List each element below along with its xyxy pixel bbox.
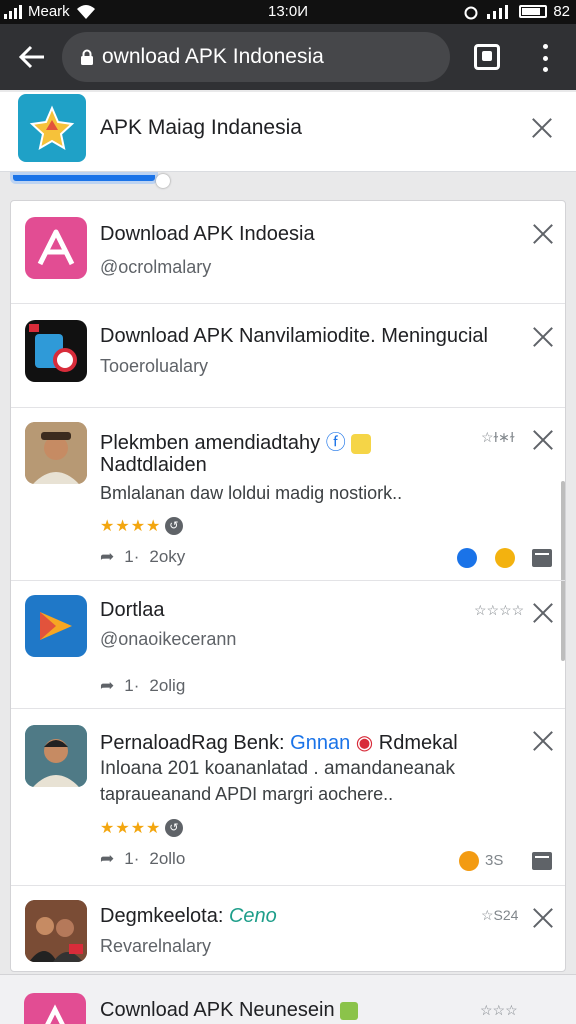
item-title: Dortlaa <box>100 599 165 621</box>
close-icon[interactable] <box>532 223 554 245</box>
action-count: 3S <box>485 852 504 869</box>
scroll-progress <box>10 172 170 190</box>
meta-count: 1· <box>124 849 140 868</box>
list-item[interactable]: Degmkeelota: Ceno Revarelnalary ☆S24 <box>11 886 565 971</box>
reply-icon: ➦ <box>100 849 115 868</box>
rating-text: ☆ɫ∗ɫ <box>481 429 515 445</box>
reply-icon: ➦ <box>100 676 115 695</box>
close-icon[interactable] <box>531 117 553 139</box>
item-title-line2: Nadtdlaiden <box>100 454 207 476</box>
emoji-icon <box>351 433 372 454</box>
item-subtitle: Tooerolualary <box>100 356 209 376</box>
item-title-text: PernaloadRag Benk: <box>100 732 285 754</box>
more-vert-icon[interactable] <box>538 44 552 72</box>
avatar-photo <box>25 422 87 484</box>
back-arrow-icon[interactable] <box>16 41 48 73</box>
group-photo <box>25 900 87 962</box>
stars-text: ★★★★ <box>100 518 162 535</box>
url-text[interactable]: ownload APK Indonesia <box>102 45 324 69</box>
item-title-text: Cownload APK Neunesein <box>100 999 335 1021</box>
status-right: 82 <box>463 3 570 20</box>
play-app-icon <box>25 595 87 657</box>
meta-count: 1· <box>124 676 140 695</box>
item-title: Download APK Nanvilamiodite. Meningucial <box>100 325 488 347</box>
header-title: APK Maiag Indanesia <box>100 116 302 139</box>
meta-time: 2olig <box>149 676 186 695</box>
tabs-icon[interactable] <box>474 44 500 70</box>
progress-knob[interactable] <box>156 174 170 188</box>
item-title: Download APK Indoesia <box>100 223 315 245</box>
battery-icon <box>519 5 548 18</box>
share-icon[interactable] <box>532 549 552 567</box>
item-title-tag: Gnnan <box>290 732 351 754</box>
item-title-text: Degmkeelota: <box>100 905 224 927</box>
app-logo-icon <box>18 94 86 162</box>
star-rating: ★★★★ ↺ <box>100 818 184 838</box>
browser-toolbar: ownload APK Indonesia <box>0 24 576 90</box>
item-title-text: Plekmben amendiadtahy <box>100 432 321 454</box>
download-icon[interactable] <box>457 548 477 568</box>
item-title-tag: Ceno <box>228 905 277 927</box>
item-meta: ➦ 1· 2olig <box>100 676 185 696</box>
item-title: Degmkeelota: Ceno <box>100 905 277 928</box>
progress-track <box>10 172 158 184</box>
info-icon: ↺ <box>165 517 184 535</box>
item-line2: Inloana 201 koananlatad . amandaneanak <box>100 758 455 779</box>
item-description: tapraueanand APDI margri aochere.. <box>100 784 394 804</box>
item-meta: ➦ 1· 2oky <box>100 547 185 567</box>
rating-text: ☆☆☆ <box>480 1002 518 1018</box>
item-description: Bmlalanan daw loldui madig nostiork.. <box>100 483 403 503</box>
status-bar: Meark 13:0И 82 <box>0 0 576 24</box>
list-item[interactable]: Download APK Nanvilamiodite. Meningucial… <box>11 304 565 408</box>
meta-time: 2oky <box>149 547 186 566</box>
close-icon[interactable] <box>532 907 554 929</box>
verified-icon: ⓕ <box>325 432 346 454</box>
lock-icon <box>81 49 93 65</box>
list-item[interactable]: Dortlaa @onaoikecerann ☆☆☆☆ ➦ 1· 2olig <box>11 581 565 709</box>
share-icon[interactable] <box>532 852 552 870</box>
item-title-tail: Rdmekal <box>378 732 458 754</box>
device-app-icon <box>25 320 87 382</box>
emoji-icon <box>340 1001 359 1020</box>
item-subtitle: Revarelnalary <box>100 936 212 956</box>
item-meta: ➦ 1· 2ollo <box>100 849 185 869</box>
close-icon[interactable] <box>532 730 554 752</box>
list-item[interactable]: Plekmben amendiadtahy ⓕ Nadtdlaiden Bmla… <box>11 408 565 581</box>
meta-count: 1· <box>124 547 140 566</box>
alarm-icon <box>464 6 478 19</box>
next-result-card[interactable]: Cownload APK Neunesein ☆☆☆ <box>0 974 576 1024</box>
apk-app-icon <box>24 993 86 1024</box>
info-icon: ↺ <box>165 819 184 837</box>
close-icon[interactable] <box>532 429 554 451</box>
meta-time: 2ollo <box>149 849 186 868</box>
list-item[interactable]: Download APK Indoesia @ocrolmalary <box>11 201 565 304</box>
item-subtitle: @onaoikecerann <box>100 629 237 649</box>
close-icon[interactable] <box>532 326 554 348</box>
item-subtitle: @ocrolmalary <box>100 257 212 277</box>
item-title: Cownload APK Neunesein <box>100 999 359 1022</box>
close-icon[interactable] <box>532 602 554 624</box>
coin-icon[interactable] <box>459 851 479 871</box>
results-list: Download APK Indoesia @ocrolmalary Downl… <box>10 200 566 972</box>
stars-text: ★★★★ <box>100 820 162 837</box>
item-title: PernaloadRag Benk: Gnnan ◉ Rdmekal <box>100 730 458 755</box>
list-item[interactable]: PernaloadRag Benk: Gnnan ◉ Rdmekal Inloa… <box>11 709 565 886</box>
address-bar[interactable]: ownload APK Indonesia <box>62 32 450 82</box>
item-title: Plekmben amendiadtahy ⓕ <box>100 426 372 455</box>
reply-icon: ➦ <box>100 547 115 566</box>
avatar-photo <box>25 725 87 787</box>
data-signal-icon <box>487 4 509 19</box>
battery-level: 82 <box>553 3 570 20</box>
rating-text: ☆☆☆☆ <box>474 602 525 618</box>
apk-app-icon <box>25 217 87 279</box>
emoji-icon: ◉ <box>355 732 374 754</box>
bookmark-icon[interactable] <box>495 548 515 568</box>
star-rating: ★★★★ ↺ <box>100 516 184 536</box>
suggestion-header[interactable]: APK Maiag Indanesia <box>0 92 576 172</box>
rating-text: ☆S24 <box>481 907 519 923</box>
